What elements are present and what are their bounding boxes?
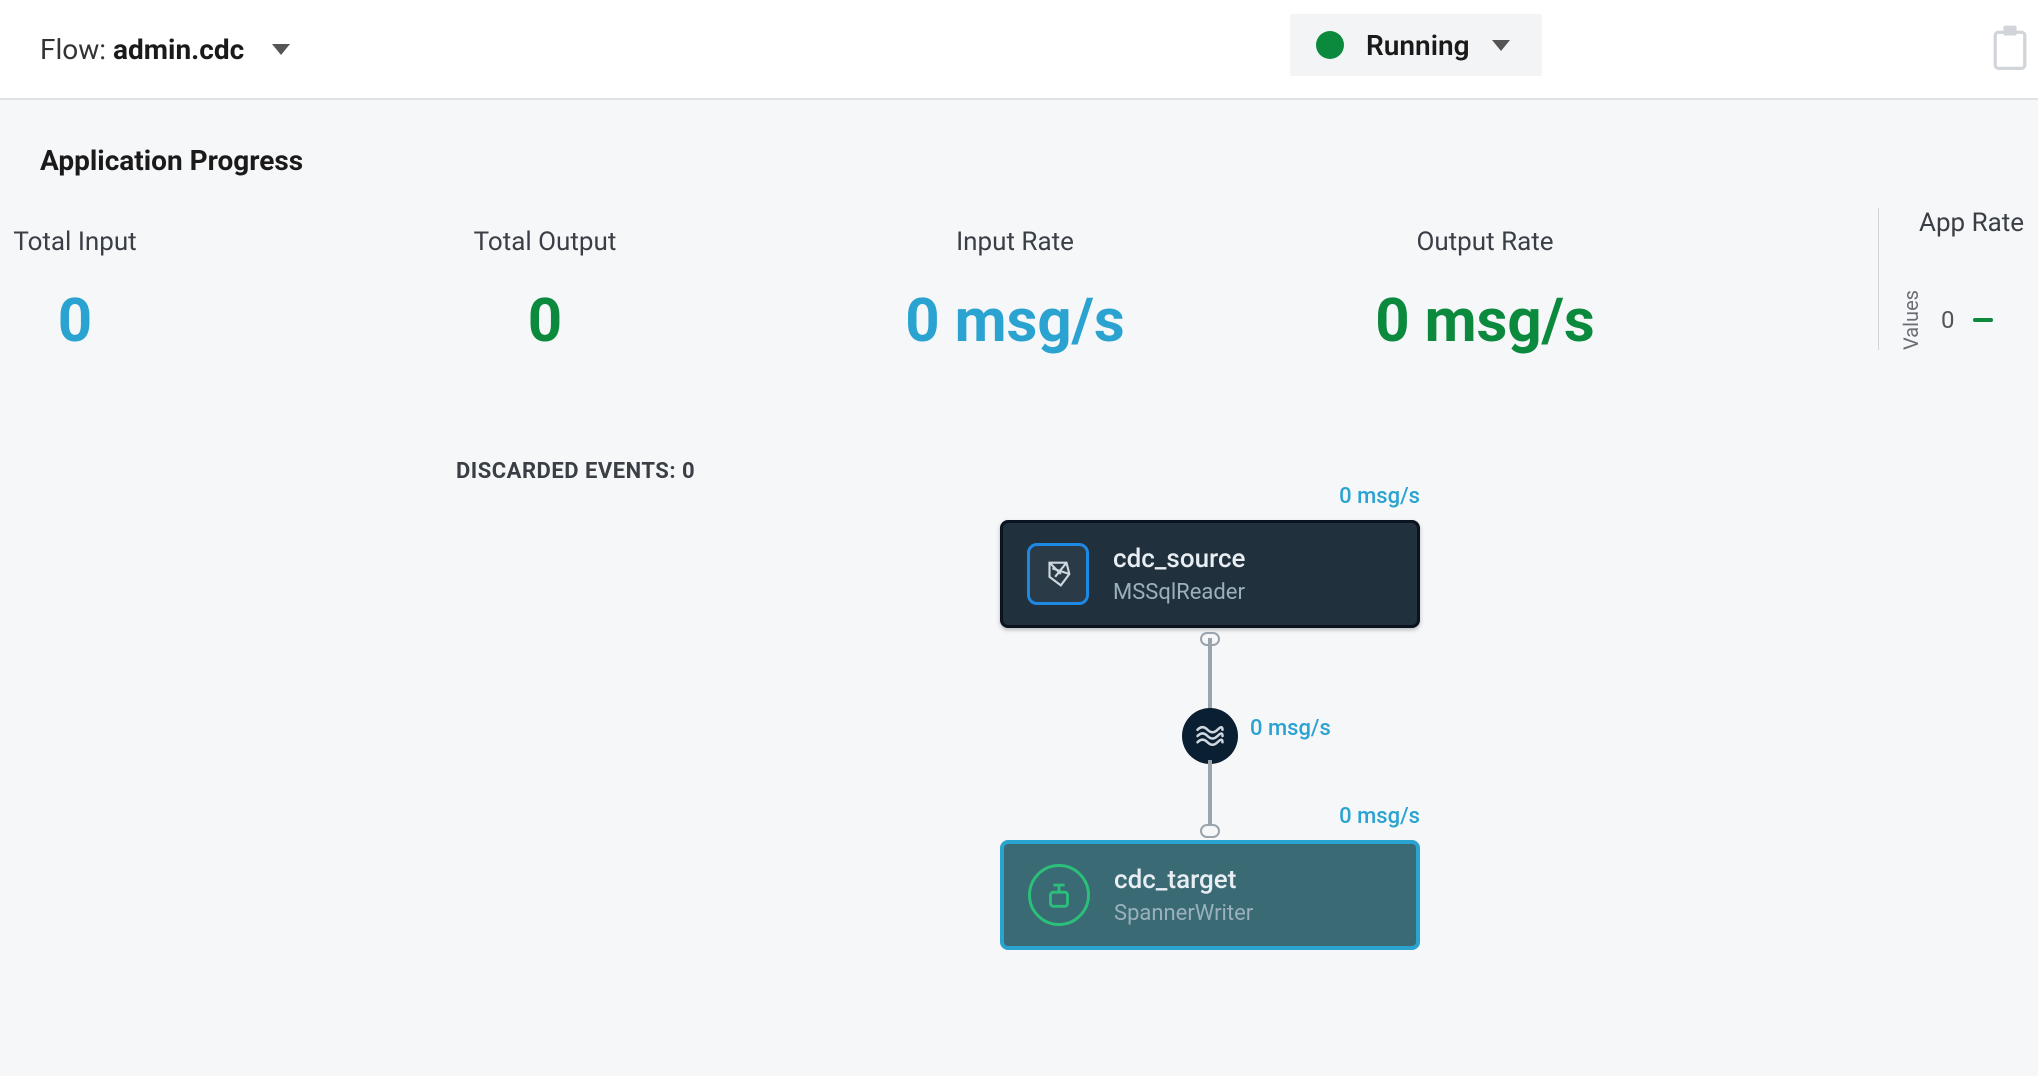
metric-value: 0 msg/s [780,291,1250,351]
app-rate-panel: App Rate Values 0 [1878,208,2038,350]
status-selector[interactable]: Running [1290,14,1542,76]
connector-line [1208,760,1212,832]
app-rate-axis-label: Values [1899,290,1923,350]
content-area: Application Progress Total Input 0 Total… [0,100,2038,1076]
status-text: Running [1366,29,1470,62]
flow-selector[interactable]: Flow: admin.cdc [40,33,290,66]
metric-input-rate: Input Rate 0 msg/s [780,227,1250,351]
section-title: Application Progress [40,144,1998,177]
node-subtitle: MSSqlReader [1113,580,1245,605]
metric-value: 0 [310,291,780,351]
metric-value: 0 [0,291,310,351]
status-indicator-icon [1316,31,1344,59]
connector-line [1208,638,1212,710]
chevron-down-icon [272,44,290,55]
metric-label: Total Output [310,227,780,257]
topbar: Flow: admin.cdc Running [0,0,2038,100]
node-rate-label: 0 msg/s [1339,484,1420,509]
flow-node-source[interactable]: cdc_source MSSqlReader [1000,520,1420,628]
metric-output-rate: Output Rate 0 msg/s [1250,227,1720,351]
metrics-row: Total Input 0 Total Output 0 Input Rate … [40,227,1998,351]
node-title: cdc_target [1114,865,1253,895]
chevron-down-icon [1492,40,1510,51]
flow-label: Flow: [40,33,113,66]
metric-label: Total Input [0,227,310,257]
connector-port-icon [1200,824,1220,838]
clipboard-icon[interactable] [1990,24,2030,70]
node-rate-label: 0 msg/s [1339,804,1420,829]
metric-total-input: Total Input 0 [0,227,310,351]
flow-node-stream[interactable] [1182,708,1238,764]
discarded-events: Discarded events: 0 [456,459,695,484]
spanner-icon [1028,864,1090,926]
flow-node-target[interactable]: cdc_target SpannerWriter [1000,840,1420,950]
metric-label: Output Rate [1250,227,1720,257]
app-rate-sparkline [1973,318,1993,322]
metric-label: Input Rate [780,227,1250,257]
node-title: cdc_source [1113,544,1245,574]
mssql-icon [1027,543,1089,605]
flow-name: admin.cdc [113,33,244,66]
app-rate-value: 0 [1941,306,1955,334]
stream-rate-label: 0 msg/s [1250,716,1331,741]
metric-value: 0 msg/s [1250,291,1720,351]
metric-total-output: Total Output 0 [310,227,780,351]
node-subtitle: SpannerWriter [1114,901,1253,926]
app-rate-title: App Rate [1899,208,2038,238]
